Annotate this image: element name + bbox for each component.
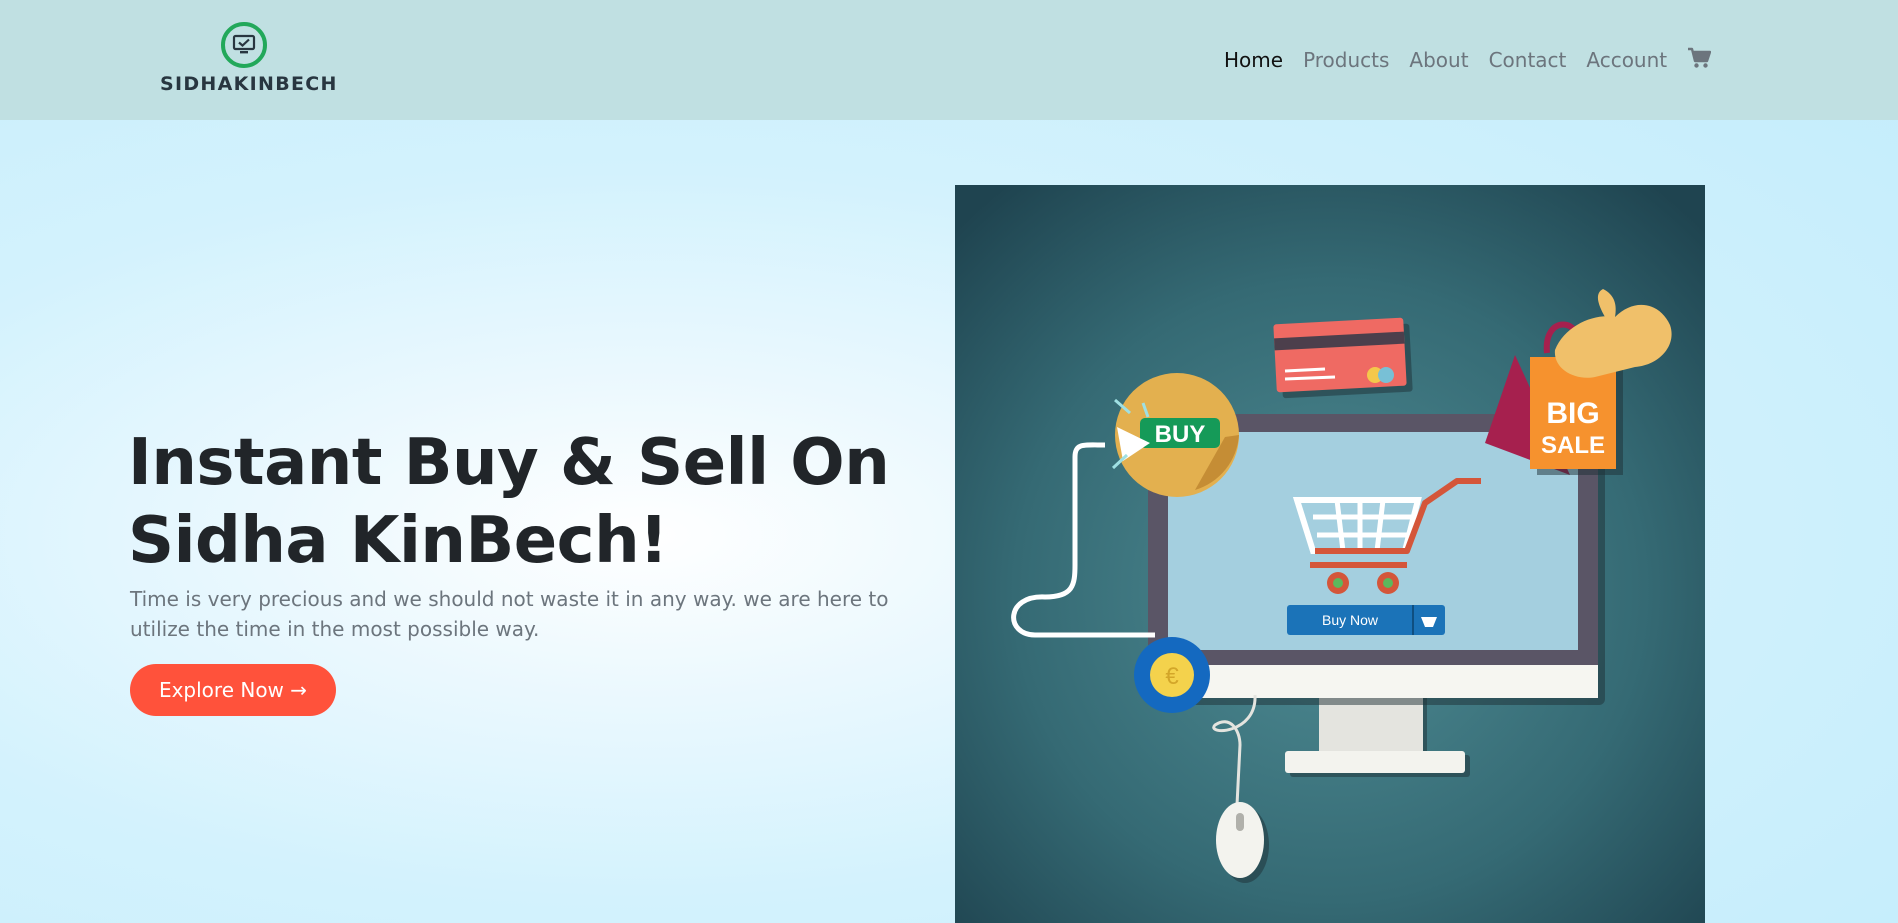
nav-products-link[interactable]: Products xyxy=(1303,48,1389,72)
buy-coin-label: BUY xyxy=(1155,421,1206,448)
main-nav: Home Products About Contact Account xyxy=(1224,40,1712,80)
explore-now-button[interactable]: Explore Now → xyxy=(130,664,336,716)
sale-bag-line-1: BIG xyxy=(1546,397,1599,430)
brand-name: SIDHAKINBECH xyxy=(160,73,338,95)
nav-account-link[interactable]: Account xyxy=(1586,48,1667,72)
brand-logo[interactable]: SIDHAKINBECH xyxy=(160,22,338,96)
hero-title: Instant Buy & Sell On Sidha KinBech! xyxy=(128,424,928,580)
euro-coin-symbol: € xyxy=(1165,663,1179,690)
nav-home-link[interactable]: Home xyxy=(1224,48,1283,72)
hero-title-line-2: Sidha KinBech! xyxy=(128,504,668,578)
sale-bag-line-2: SALE xyxy=(1541,432,1605,459)
monitor-check-icon xyxy=(221,22,267,68)
hero-title-line-1: Instant Buy & Sell On xyxy=(128,426,890,500)
navbar: SIDHAKINBECH Home Products About Contact… xyxy=(0,0,1898,120)
shopping-cart-icon[interactable] xyxy=(1687,47,1712,73)
nav-about-link[interactable]: About xyxy=(1409,48,1468,72)
ecommerce-illustration: Buy Now BUY BIG SALE € xyxy=(955,185,1705,923)
euro-coin-icon: € xyxy=(1134,637,1210,713)
nav-contact-link[interactable]: Contact xyxy=(1489,48,1567,72)
credit-card-icon xyxy=(1273,317,1413,399)
buy-now-illustration-label: Buy Now xyxy=(1322,612,1379,628)
hero-description: Time is very precious and we should not … xyxy=(130,587,889,641)
buy-now-illustration-button: Buy Now xyxy=(1287,605,1445,635)
